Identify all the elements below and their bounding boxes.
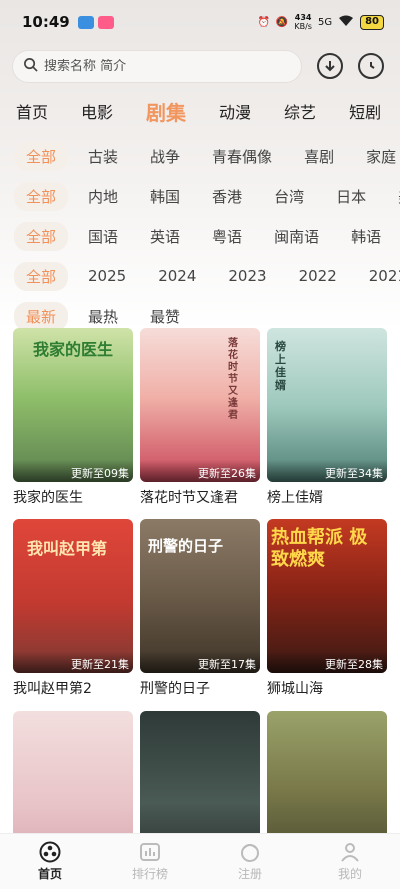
show-title: 我叫赵甲第2	[13, 681, 92, 697]
poster-image: 热血帮派 极致燃爽 更新至28集	[267, 519, 387, 673]
filter-chip[interactable]: 全部	[14, 221, 69, 251]
filter-chip[interactable]: 香港	[200, 182, 254, 211]
tab-movies[interactable]: 电影	[81, 99, 113, 123]
poster-image: 刑警的日子 更新至17集	[140, 519, 260, 673]
filter-chip[interactable]: 全部	[14, 141, 69, 171]
show-card[interactable]: 榜上佳婿 更新至34集 榜上佳婿	[267, 328, 387, 507]
show-title: 狮城山海	[267, 681, 323, 697]
download-button[interactable]	[317, 53, 343, 79]
search-bar[interactable]	[12, 49, 302, 83]
poster-image: 榜上佳婿 更新至34集	[267, 328, 387, 482]
show-card[interactable]: 我叫赵甲第 更新至21集 我叫赵甲第2	[13, 519, 133, 698]
search-icon	[23, 57, 38, 76]
update-badge: 更新至17集	[140, 651, 260, 673]
show-title: 刑警的日子	[140, 681, 210, 697]
filter-chip[interactable]: 美国	[386, 182, 400, 211]
filter-chip[interactable]: 2021	[357, 263, 400, 289]
filter-chip[interactable]: 古装	[76, 142, 130, 171]
download-icon	[325, 61, 335, 72]
tab-variety[interactable]: 综艺	[284, 99, 316, 123]
bottom-navigation: 首页 排行榜 注册 我的	[0, 833, 400, 889]
update-badge: 更新至21集	[13, 651, 133, 673]
filter-chip[interactable]: 粤语	[200, 222, 254, 251]
update-badge: 更新至34集	[267, 460, 387, 482]
show-card[interactable]: 落花时节又逢君 更新至26集 落花时节又逢君	[140, 328, 260, 507]
filter-chip[interactable]: 2022	[287, 263, 349, 289]
filter-chip[interactable]: 台湾	[262, 182, 316, 211]
battery-icon: 80	[360, 14, 384, 30]
filter-chip[interactable]: 最赞	[138, 302, 192, 331]
show-card[interactable]: 我家的医生 更新至09集 我家的医生	[13, 328, 133, 507]
language-filter: 全部 国语 英语 粤语 闽南语 韩语 日语	[0, 216, 400, 256]
filter-chip[interactable]: 内地	[76, 182, 130, 211]
show-title: 落花时节又逢君	[140, 490, 238, 506]
history-button[interactable]	[358, 53, 384, 79]
genre-filter: 全部 古装 战争 青春偶像 喜剧 家庭 犯罪	[0, 136, 400, 176]
show-title: 我家的医生	[13, 490, 83, 506]
profile-icon	[341, 843, 359, 862]
app-notification-icon	[97, 15, 114, 29]
show-card[interactable]: 热血帮派 极致燃爽 更新至28集 狮城山海	[267, 519, 387, 698]
bottom-tab-profile[interactable]: 我的	[300, 834, 400, 889]
ranking-icon	[140, 843, 160, 861]
filter-chip[interactable]: 最热	[76, 302, 130, 331]
search-row	[0, 46, 400, 86]
bottom-tab-register[interactable]: 注册	[200, 834, 300, 889]
filter-chip[interactable]: 日本	[324, 182, 378, 211]
filter-chip[interactable]: 全部	[14, 181, 69, 211]
filter-chip[interactable]: 韩语	[339, 222, 393, 251]
filter-chip[interactable]: 英语	[138, 222, 192, 251]
signal-icon: 5G	[317, 16, 333, 28]
filter-chip[interactable]: 2023	[216, 263, 278, 289]
wifi-icon	[338, 15, 354, 30]
home-icon	[39, 841, 61, 863]
filter-chip[interactable]: 家庭	[354, 142, 400, 171]
app-screen: 10:49 ⏰ 🔕 434 KB/s 5G 80 搜索名称 简介 首页 电影 剧…	[0, 0, 400, 889]
app-notification-icon	[77, 15, 94, 29]
category-tabs: 首页 电影 剧集 动漫 综艺 短剧 少儿	[0, 86, 400, 136]
tab-short-drama[interactable]: 短剧	[349, 99, 381, 123]
history-icon	[370, 62, 375, 69]
mute-icon: 🔕	[275, 16, 289, 28]
bottom-tab-home[interactable]: 首页	[0, 834, 100, 889]
show-title: 榜上佳婿	[267, 490, 323, 506]
clock: 10:49	[22, 13, 70, 31]
filter-chip[interactable]: 最新	[14, 301, 69, 331]
tab-home[interactable]: 首页	[16, 99, 48, 123]
filter-chip[interactable]: 全部	[14, 261, 69, 291]
poster-image: 落花时节又逢君 更新至26集	[140, 328, 260, 482]
poster-image: 我家的医生 更新至09集	[13, 328, 133, 482]
alarm-icon: ⏰	[257, 16, 270, 28]
show-card[interactable]: 刑警的日子 更新至17集 刑警的日子	[140, 519, 260, 698]
search-input[interactable]	[44, 58, 284, 74]
network-speed: 434 KB/s	[294, 13, 312, 31]
filter-chip[interactable]: 闽南语	[262, 222, 331, 251]
bottom-tab-ranking[interactable]: 排行榜	[100, 834, 200, 889]
update-badge: 更新至26集	[140, 460, 260, 482]
year-filter: 全部 2025 2024 2023 2022 2021 2020	[0, 256, 400, 296]
filter-chip[interactable]: 国语	[76, 222, 130, 251]
update-badge: 更新至09集	[13, 460, 133, 482]
register-icon	[241, 844, 259, 862]
filter-chip[interactable]: 2024	[146, 263, 208, 289]
filter-chip[interactable]: 2025	[76, 263, 138, 289]
update-badge: 更新至28集	[267, 651, 387, 673]
region-filter: 全部 内地 韩国 香港 台湾 日本 美国 泰国	[0, 176, 400, 216]
filter-chip[interactable]: 青春偶像	[200, 142, 284, 171]
filter-chip[interactable]: 战争	[138, 142, 192, 171]
tab-series[interactable]: 剧集	[146, 97, 186, 126]
status-bar: 10:49 ⏰ 🔕 434 KB/s 5G 80	[0, 0, 400, 44]
poster-image: 我叫赵甲第 更新至21集	[13, 519, 133, 673]
filter-chip[interactable]: 喜剧	[292, 142, 346, 171]
filter-chip[interactable]: 韩国	[138, 182, 192, 211]
tab-anime[interactable]: 动漫	[219, 99, 251, 123]
